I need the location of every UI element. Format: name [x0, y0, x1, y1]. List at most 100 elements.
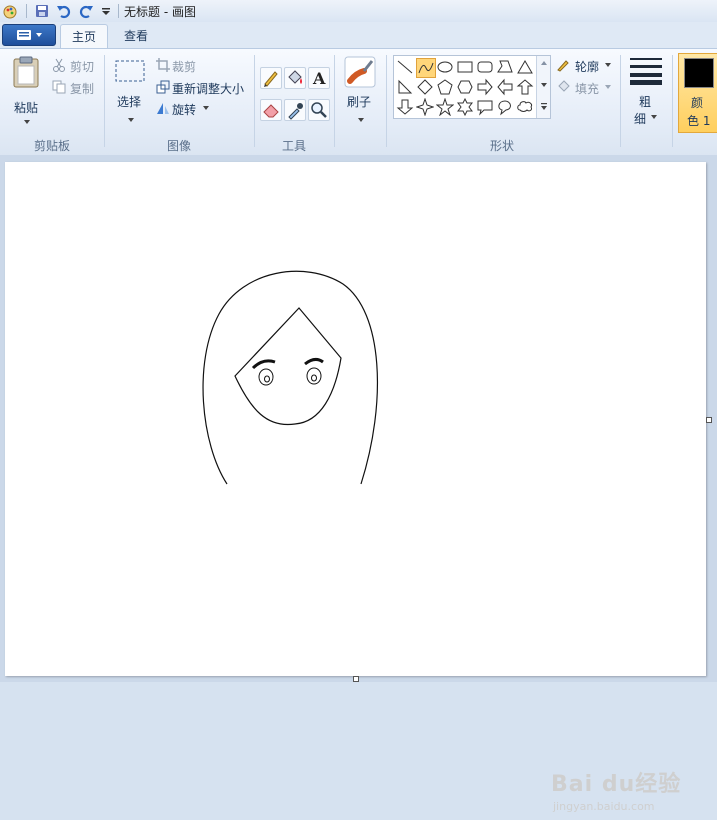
triangle-shape[interactable] — [516, 58, 534, 76]
eraser-icon — [263, 104, 279, 118]
ribbon: 粘贴 剪切 复制 剪贴板 选择 裁剪 重新调整大小 旋转 图像 A 工具 刷子 … — [0, 48, 717, 156]
four-point-star-shape[interactable] — [415, 97, 435, 117]
left-arrow-shape[interactable] — [496, 78, 514, 96]
rectangle-shape[interactable] — [456, 58, 474, 76]
paint-bucket-icon — [288, 70, 302, 84]
baidu-watermark: Bai du经验 jingyan.baidu.com — [545, 760, 715, 820]
rotate-dropdown-icon — [203, 106, 209, 110]
right-arrow-icon — [477, 78, 493, 96]
left-eye — [258, 368, 274, 386]
curve-icon — [418, 62, 434, 74]
face-outline — [234, 307, 342, 426]
rect-callout-shape[interactable] — [476, 98, 494, 116]
left-arrow-icon — [497, 78, 513, 96]
up-arrow-shape[interactable] — [516, 78, 534, 96]
text-a-icon: A — [312, 69, 326, 88]
rect-callout-icon — [477, 100, 493, 116]
resize-handle-bottom[interactable] — [353, 676, 359, 682]
select-dropdown-icon — [128, 118, 134, 122]
oval-callout-shape[interactable] — [496, 98, 514, 116]
scroll-down-icon[interactable] — [540, 82, 548, 88]
down-arrow-icon — [396, 99, 414, 115]
right-eyebrow — [304, 357, 324, 366]
paint-app-icon[interactable] — [2, 3, 18, 19]
brush-icon — [344, 56, 376, 88]
eraser-tool[interactable] — [260, 99, 282, 121]
app-menu-icon — [17, 30, 42, 40]
crop-button[interactable]: 裁剪 — [172, 58, 196, 75]
resize-handle-right[interactable] — [706, 417, 712, 423]
brushes-button[interactable]: 刷子 — [342, 55, 378, 129]
color-1-label-2: 色 1 — [687, 114, 711, 128]
rotate-button[interactable]: 旋转 — [172, 101, 196, 118]
magnifier-icon — [311, 102, 327, 118]
cloud-callout-shape[interactable] — [516, 98, 534, 116]
pentagon-shape[interactable] — [436, 78, 454, 96]
undo-icon[interactable] — [56, 3, 72, 19]
girl-face-drawing — [202, 270, 379, 485]
canvas-workarea: Bai du经验 jingyan.baidu.com — [0, 155, 717, 813]
app-menu-button[interactable] — [2, 24, 56, 46]
select-button[interactable]: 选择 — [112, 55, 148, 129]
size-button[interactable]: 粗 细 — [626, 55, 666, 131]
hexagon-icon — [457, 80, 473, 94]
redo-icon[interactable] — [78, 3, 94, 19]
save-icon[interactable] — [34, 3, 50, 19]
quick-access-dropdown-icon[interactable] — [98, 3, 114, 19]
color-1-button[interactable]: 颜 色 1 — [678, 53, 717, 133]
resize-button[interactable]: 重新调整大小 — [172, 80, 244, 97]
magnifier-tool[interactable] — [308, 99, 330, 121]
fill-bucket-icon — [558, 80, 570, 92]
right-arrow-shape[interactable] — [476, 78, 494, 96]
up-arrow-icon — [516, 79, 534, 95]
five-point-star-shape[interactable] — [435, 97, 455, 117]
clipboard-group-label: 剪贴板 — [33, 139, 70, 153]
right-triangle-shape[interactable] — [396, 78, 414, 96]
line-icon — [397, 60, 413, 74]
brushes-dropdown-icon — [358, 118, 364, 122]
shapes-group-label: 形状 — [489, 139, 514, 153]
paste-button[interactable]: 粘贴 — [8, 55, 44, 129]
rounded-rectangle-shape[interactable] — [476, 58, 494, 76]
fill-button[interactable]: 填充 — [575, 80, 599, 97]
hexagon-shape[interactable] — [456, 78, 474, 96]
scroll-up-icon[interactable] — [540, 60, 548, 66]
fill-tool[interactable] — [284, 67, 306, 89]
right-pupil — [311, 374, 317, 382]
shapes-scrollbar[interactable] — [536, 56, 550, 118]
outline-button[interactable]: 轮廓 — [575, 58, 599, 75]
color-1-swatch — [684, 58, 714, 88]
tab-home[interactable]: 主页 — [60, 24, 108, 49]
eyedropper-icon — [288, 103, 303, 120]
tools-group-label: 工具 — [281, 139, 306, 153]
rotate-icon — [157, 103, 169, 114]
gallery-expand-icon[interactable] — [540, 102, 548, 112]
line-shape[interactable] — [396, 58, 414, 76]
tab-view[interactable]: 查看 — [114, 24, 158, 48]
down-arrow-shape[interactable] — [396, 98, 414, 116]
diamond-shape[interactable] — [416, 78, 434, 96]
scissors-icon — [53, 58, 65, 72]
pencil-tool[interactable] — [260, 67, 282, 89]
resize-icon — [156, 80, 170, 94]
size-label-2: 细 — [634, 112, 647, 126]
cut-button[interactable]: 剪切 — [70, 58, 94, 75]
color-1-label-1: 颜 — [691, 96, 704, 110]
drawing-canvas[interactable] — [5, 162, 712, 682]
left-pupil — [264, 375, 270, 383]
fill-dropdown-icon — [605, 85, 611, 89]
pencil-icon — [264, 71, 278, 87]
color-picker-tool[interactable] — [284, 99, 306, 121]
triangle-icon — [517, 60, 533, 74]
title-bar: 无标题 - 画图 — [0, 0, 717, 23]
six-point-star-shape[interactable] — [456, 97, 474, 117]
curve-shape[interactable] — [416, 58, 436, 78]
text-tool[interactable]: A — [308, 67, 330, 89]
size-dropdown-icon — [651, 115, 657, 119]
size-label-1: 粗 — [639, 95, 652, 109]
six-point-star-icon — [457, 97, 473, 117]
copy-button[interactable]: 复制 — [70, 80, 94, 97]
watermark-url: jingyan.baidu.com — [553, 800, 655, 813]
oval-shape[interactable] — [436, 58, 454, 76]
polygon-shape[interactable] — [496, 58, 514, 76]
